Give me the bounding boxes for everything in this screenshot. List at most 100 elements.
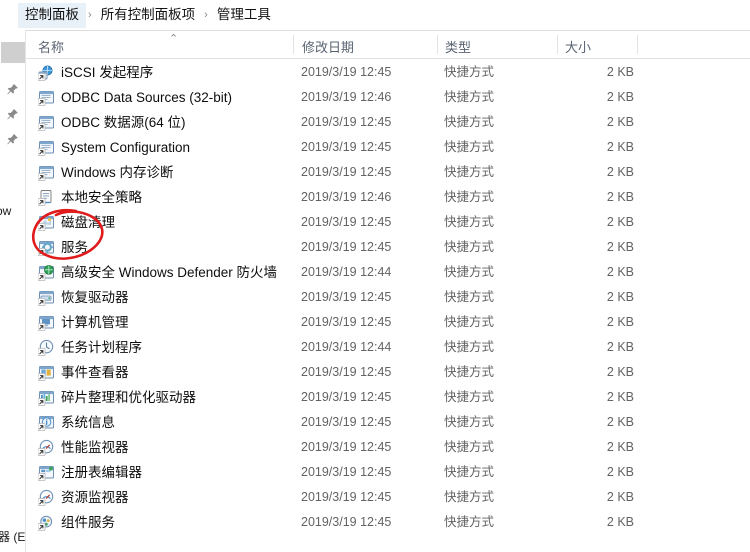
file-type: 快捷方式 [444, 265, 495, 279]
file-type: 快捷方式 [444, 440, 495, 454]
file-type: 快捷方式 [444, 165, 495, 179]
file-size: 2 KB [606, 140, 634, 154]
shortcut-registry-icon [38, 464, 55, 481]
file-date-modified: 2019/3/19 12:45 [301, 465, 392, 479]
file-date-modified: 2019/3/19 12:45 [301, 140, 392, 154]
file-type: 快捷方式 [444, 215, 495, 229]
column-header-date-modified[interactable]: 修改日期 [302, 37, 354, 56]
table-row[interactable]: 系统信息 2019/3/19 12:45 快捷方式 2 KB [26, 410, 750, 435]
file-size: 2 KB [606, 490, 634, 504]
column-divider[interactable] [557, 35, 558, 54]
shortcut-window-icon [38, 89, 55, 106]
file-date-modified: 2019/3/19 12:45 [301, 165, 392, 179]
column-divider[interactable] [637, 35, 638, 54]
file-size: 2 KB [606, 415, 634, 429]
file-name: 性能监视器 [61, 440, 129, 455]
column-divider[interactable] [437, 35, 438, 54]
column-divider[interactable] [293, 35, 294, 54]
file-date-modified: 2019/3/19 12:45 [301, 515, 392, 529]
breadcrumb-item-control-panel[interactable]: 控制面板 [18, 2, 86, 28]
file-date-modified: 2019/3/19 12:45 [301, 490, 392, 504]
file-date-modified: 2019/3/19 12:44 [301, 265, 392, 279]
breadcrumb-separator-icon[interactable]: › [86, 9, 94, 21]
file-date-modified: 2019/3/19 12:45 [301, 215, 392, 229]
file-name: 计算机管理 [61, 315, 129, 330]
table-row[interactable]: System Configuration 2019/3/19 12:45 快捷方式 2… [26, 135, 750, 160]
file-size: 2 KB [606, 515, 634, 529]
pin-icon[interactable] [6, 133, 19, 146]
file-type: 快捷方式 [444, 290, 495, 304]
file-type: 快捷方式 [444, 190, 495, 204]
shortcut-clock-icon [38, 339, 55, 356]
file-name: System Configuration [61, 140, 191, 155]
column-header-name[interactable]: 名称 ⌃ [38, 34, 178, 56]
file-size: 2 KB [606, 390, 634, 404]
table-row[interactable]: 资源监视器 2019/3/19 12:45 快捷方式 2 KB [26, 485, 750, 510]
table-row[interactable]: Windows 内存诊断 2019/3/19 12:45 快捷方式 2 KB [26, 160, 750, 185]
column-header-size[interactable]: 大小 [565, 37, 591, 56]
file-name: 碎片整理和优化驱动器 [61, 390, 196, 405]
file-date-modified: 2019/3/19 12:45 [301, 240, 392, 254]
file-size: 2 KB [606, 365, 634, 379]
file-size: 2 KB [606, 90, 634, 104]
table-row[interactable]: iSCSI 发起程序 2019/3/19 12:45 快捷方式 2 KB [26, 60, 750, 85]
table-row[interactable]: 计算机管理 2019/3/19 12:45 快捷方式 2 KB [26, 310, 750, 335]
table-row[interactable]: 本地安全策略 2019/3/19 12:46 快捷方式 2 KB [26, 185, 750, 210]
sidebar-drive-label-clipped[interactable]: 器 (E [0, 528, 25, 545]
breadcrumb-item-administrative-tools[interactable]: 管理工具 [210, 3, 278, 28]
file-name: ODBC 数据源(64 位) [61, 115, 186, 130]
file-type: 快捷方式 [444, 90, 495, 104]
breadcrumb-separator-icon[interactable]: › [202, 9, 210, 21]
file-date-modified: 2019/3/19 12:45 [301, 365, 392, 379]
sidebar-item-label-clipped[interactable]: ow [0, 204, 11, 218]
table-row[interactable]: 高级安全 Windows Defender 防火墙 2019/3/19 12:44… [26, 260, 750, 285]
shortcut-computer-icon [38, 314, 55, 331]
sidebar-selected-block[interactable] [1, 42, 25, 63]
file-name: iSCSI 发起程序 [61, 65, 154, 80]
table-row[interactable]: 组件服务 2019/3/19 12:45 快捷方式 2 KB [26, 510, 750, 535]
file-type: 快捷方式 [444, 340, 495, 354]
pin-icon[interactable] [6, 108, 19, 121]
breadcrumb-bar: 控制面板 › 所有控制面板项 › 管理工具 [0, 0, 750, 31]
file-date-modified: 2019/3/19 12:45 [301, 440, 392, 454]
file-size: 2 KB [606, 215, 634, 229]
shortcut-info-icon [38, 414, 55, 431]
file-name: 事件查看器 [61, 365, 129, 380]
file-name: 恢复驱动器 [61, 290, 129, 305]
file-date-modified: 2019/3/19 12:45 [301, 315, 392, 329]
file-date-modified: 2019/3/19 12:45 [301, 65, 392, 79]
table-row[interactable]: ODBC Data Sources (32-bit) 2019/3/19 12:4… [26, 85, 750, 110]
file-type: 快捷方式 [444, 65, 495, 79]
shortcut-disk-icon [38, 214, 55, 231]
table-row[interactable]: 任务计划程序 2019/3/19 12:44 快捷方式 2 KB [26, 335, 750, 360]
file-type: 快捷方式 [444, 415, 495, 429]
table-row[interactable]: 注册表编辑器 2019/3/19 12:45 快捷方式 2 KB [26, 460, 750, 485]
file-date-modified: 2019/3/19 12:45 [301, 415, 392, 429]
pin-icon[interactable] [6, 83, 19, 96]
file-name: 注册表编辑器 [61, 465, 142, 480]
shortcut-event-icon [38, 364, 55, 381]
file-size: 2 KB [606, 440, 634, 454]
breadcrumb-item-all-control-panel-items[interactable]: 所有控制面板项 [94, 3, 203, 28]
file-size: 2 KB [606, 240, 634, 254]
table-row[interactable]: 碎片整理和优化驱动器 2019/3/19 12:45 快捷方式 2 KB [26, 385, 750, 410]
file-name: 本地安全策略 [61, 190, 142, 205]
file-date-modified: 2019/3/19 12:46 [301, 190, 392, 204]
file-name: Windows 内存诊断 [61, 165, 174, 180]
table-row[interactable]: 性能监视器 2019/3/19 12:45 快捷方式 2 KB [26, 435, 750, 460]
file-date-modified: 2019/3/19 12:46 [301, 90, 392, 104]
file-type: 快捷方式 [444, 140, 495, 154]
table-row[interactable]: 服务 2019/3/19 12:45 快捷方式 2 KB [26, 235, 750, 260]
shortcut-defrag-icon [38, 389, 55, 406]
table-row[interactable]: 磁盘清理 2019/3/19 12:45 快捷方式 2 KB [26, 210, 750, 235]
file-date-modified: 2019/3/19 12:45 [301, 290, 392, 304]
file-type: 快捷方式 [444, 490, 495, 504]
table-row[interactable]: ODBC 数据源(64 位) 2019/3/19 12:45 快捷方式 2 KB [26, 110, 750, 135]
file-date-modified: 2019/3/19 12:45 [301, 390, 392, 404]
file-type: 快捷方式 [444, 465, 495, 479]
column-header-type[interactable]: 类型 [445, 37, 471, 56]
table-row[interactable]: 事件查看器 2019/3/19 12:45 快捷方式 2 KB [26, 360, 750, 385]
table-row[interactable]: 恢复驱动器 2019/3/19 12:45 快捷方式 2 KB [26, 285, 750, 310]
shortcut-window-icon [38, 164, 55, 181]
file-name: 系统信息 [61, 415, 115, 430]
